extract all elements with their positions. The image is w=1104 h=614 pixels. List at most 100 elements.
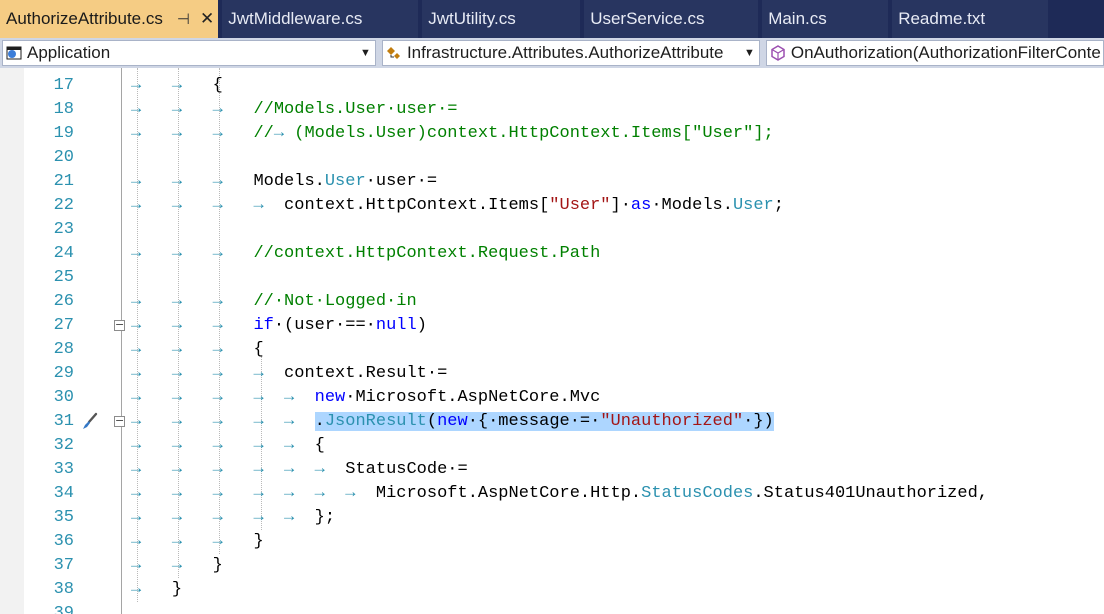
tab-userservice[interactable]: UserService.cs [584, 0, 763, 38]
tab-whitespace-glyph: → [171, 76, 213, 95]
code-token: context.Result·= [284, 364, 448, 383]
code-text: → → → { [131, 338, 264, 362]
selected-token: JsonResult [324, 412, 427, 431]
tab-whitespace-glyph: → [212, 124, 254, 143]
code-token: { [212, 76, 223, 95]
code-token: ·Microsoft.AspNetCore.Mvc [345, 388, 601, 407]
tab-whitespace-glyph: → [212, 244, 254, 263]
tab-whitespace-glyph: → [131, 508, 172, 527]
code-token: "User" [549, 196, 611, 215]
project-dropdown[interactable]: Application ▼ [2, 40, 376, 66]
code-text: → → → → context.Result·= [131, 362, 447, 386]
tab-main[interactable]: Main.cs [762, 0, 893, 38]
code-token: User [732, 196, 774, 215]
close-icon[interactable]: ✕ [200, 9, 214, 29]
tab-label: JwtUtility.cs [428, 9, 516, 28]
code-text: → → → if·(user·==·null) [131, 314, 427, 338]
code-token: }; [314, 508, 336, 527]
code-line: 29 → → → → context.Result·= [0, 362, 1104, 386]
tab-jwtmiddleware[interactable]: JwtMiddleware.cs [222, 0, 423, 38]
code-token: // [253, 124, 274, 143]
code-text: → → → → → → StatusCode·= [131, 458, 468, 482]
tab-whitespace-glyph: → [212, 172, 254, 191]
tab-whitespace-glyph: → [131, 124, 172, 143]
tab-jwtutility[interactable]: JwtUtility.cs [422, 0, 585, 38]
code-line: 18 → → → //Models.User·user·= [0, 98, 1104, 122]
chevron-down-icon: ▼ [743, 47, 755, 59]
code-line: 21 → → → Models.User·user·= [0, 170, 1104, 194]
code-token: User [324, 172, 366, 191]
code-token: → [345, 484, 376, 503]
member-dropdown[interactable]: OnAuthorization(AuthorizationFilterConte [765, 40, 1104, 66]
code-token: } [253, 532, 264, 551]
tab-whitespace-glyph: → [131, 316, 172, 335]
method-icon [769, 44, 787, 62]
line-number: 33 [53, 460, 74, 479]
tab-label: Main.cs [768, 9, 827, 28]
code-line: 34 → → → → → → → Microsoft.AspNetCore.Htt… [0, 482, 1104, 506]
tab-whitespace-glyph: → [131, 364, 172, 383]
tab-whitespace-glyph: → [212, 100, 254, 119]
line-number: 30 [53, 388, 74, 407]
code-token: ]· [610, 196, 631, 215]
code-token: Models. [253, 172, 325, 191]
tab-whitespace-glyph: → [171, 460, 213, 479]
code-text: → → → //·Not·Logged·in [131, 290, 417, 314]
code-token: //Models.User·user·= [253, 100, 458, 119]
code-token: → [284, 412, 315, 431]
tab-strip: AuthorizeAttribute.cs ⊣ ✕ JwtMiddleware.… [0, 0, 1104, 38]
code-token: null [375, 316, 417, 335]
code-token: //context.HttpContext.Request.Path [253, 244, 601, 263]
line-number: 20 [53, 148, 74, 167]
line-number: 31 [53, 412, 74, 431]
tab-readme[interactable]: Readme.txt [892, 0, 1053, 38]
class-icon [385, 44, 403, 62]
code-token: → [273, 124, 295, 143]
tab-authorizeattribute[interactable]: AuthorizeAttribute.cs ⊣ ✕ [0, 0, 223, 38]
code-token: ·user·= [365, 172, 438, 191]
tab-whitespace-glyph: → [212, 196, 254, 215]
code-text: → → → } [131, 530, 264, 554]
tab-whitespace-glyph: → [131, 556, 172, 575]
tab-whitespace-glyph: → [131, 196, 172, 215]
collapse-icon[interactable]: − [114, 319, 125, 331]
line-number: 34 [53, 484, 74, 503]
tab-whitespace-glyph: → [131, 76, 172, 95]
code-text: → → → → → new·Microsoft.AspNetCore.Mvc [131, 386, 600, 410]
tab-whitespace-glyph: → [131, 460, 172, 479]
tab-whitespace-glyph: → [171, 556, 213, 575]
line-number: 22 [53, 196, 74, 215]
tab-whitespace-glyph: → [131, 580, 172, 599]
tab-whitespace-glyph: → [171, 508, 213, 527]
code-token: → [253, 436, 285, 455]
line-number: 18 [53, 100, 74, 119]
tab-whitespace-glyph: → [171, 172, 213, 191]
tab-whitespace-glyph: → [131, 100, 172, 119]
tab-label: UserService.cs [590, 9, 705, 28]
code-text: → → → → → }; [131, 506, 335, 530]
code-text: → → → → → { [131, 434, 325, 458]
selected-token: "Unauthorized" [600, 412, 744, 431]
pin-icon[interactable]: ⊣ [177, 10, 190, 28]
code-token: → [284, 436, 315, 455]
code-line: 36 → → → } [0, 530, 1104, 554]
code-token: ) [416, 316, 427, 335]
code-token: → [284, 508, 315, 527]
tab-label: AuthorizeAttribute.cs [6, 9, 163, 28]
tab-whitespace-glyph: → [171, 412, 213, 431]
tab-whitespace-glyph: → [212, 460, 254, 479]
code-line: 39 [0, 602, 1104, 614]
code-token: → [253, 364, 285, 383]
line-number: 32 [53, 436, 74, 455]
selected-token: ·{·message·=· [467, 412, 601, 431]
tab-whitespace-glyph: → [171, 340, 213, 359]
code-line: 31− → → → → → .JsonResult(new·{·message·=… [0, 410, 1104, 434]
code-token: (Models.User)context.HttpContext.Items["… [294, 124, 774, 143]
line-number: 25 [53, 268, 74, 287]
tab-whitespace-glyph: → [212, 388, 254, 407]
tab-whitespace-glyph: → [171, 364, 213, 383]
code-editor[interactable]: 17 → → {18 → → → //Models.User·user·= 19 → →… [0, 68, 1104, 614]
line-number: 19 [53, 124, 74, 143]
collapse-icon[interactable]: − [114, 415, 125, 427]
type-dropdown[interactable]: Infrastructure.Attributes.AuthorizeAttri… [381, 40, 760, 66]
